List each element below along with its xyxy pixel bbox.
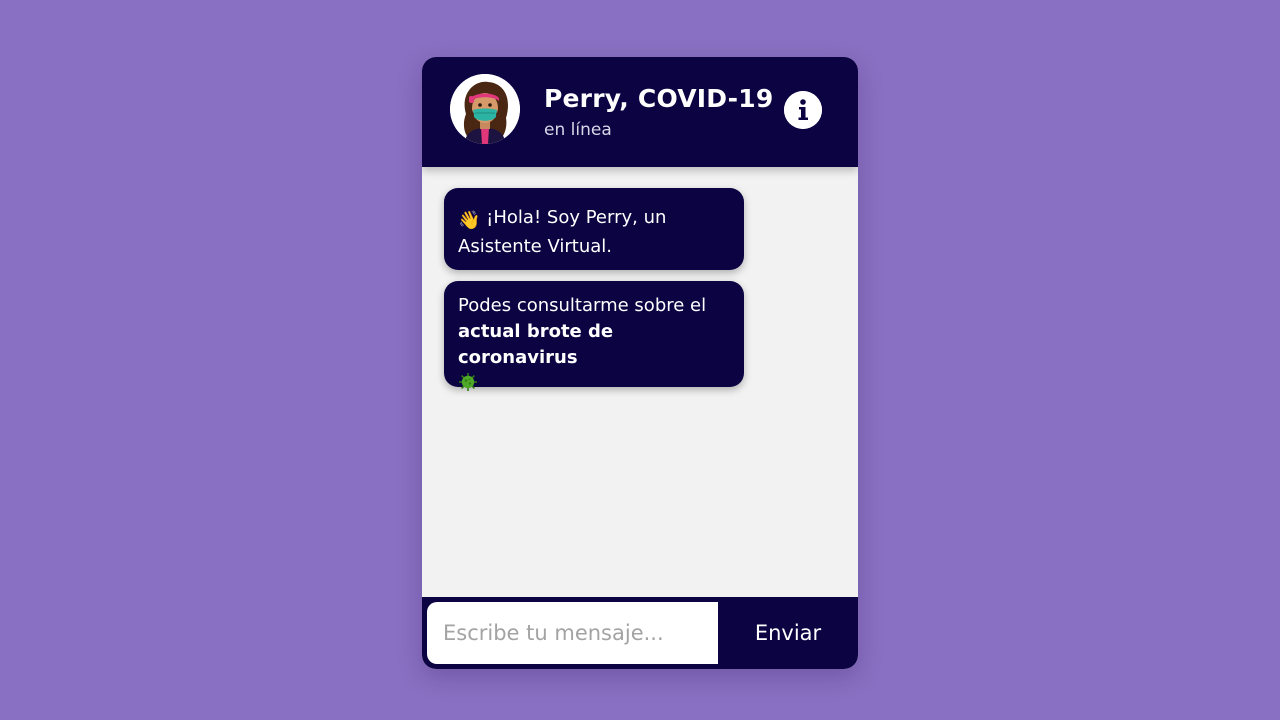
message-list: 👋 ¡Hola! Soy Perry, un Asistente Virtual… (422, 167, 858, 597)
message-input[interactable] (427, 602, 718, 664)
chat-header: Perry, COVID-19 en línea (422, 57, 858, 167)
chat-title: Perry, COVID-19 (544, 84, 774, 113)
message-text: ¡Hola! Soy Perry, un Asistente Virtual. (458, 207, 667, 257)
chat-window: Perry, COVID-19 en línea 👋 ¡Hola! Soy Pe… (422, 57, 858, 669)
bot-message: Podes consultarme sobre el actual brote … (444, 281, 744, 391)
info-button[interactable] (784, 91, 822, 129)
masked-woman-avatar-icon (450, 74, 520, 144)
message-text: Podes consultarme sobre el (458, 295, 707, 316)
virus-icon (458, 372, 478, 400)
send-button[interactable]: Enviar (718, 597, 858, 669)
info-icon (784, 91, 822, 129)
online-status: en línea (544, 120, 612, 140)
bot-message: 👋 ¡Hola! Soy Perry, un Asistente Virtual… (444, 188, 744, 270)
waving-hand-icon: 👋 (458, 210, 481, 231)
message-bold-text: actual brote de coronavirus (458, 321, 614, 368)
message-composer: Enviar (422, 597, 858, 669)
